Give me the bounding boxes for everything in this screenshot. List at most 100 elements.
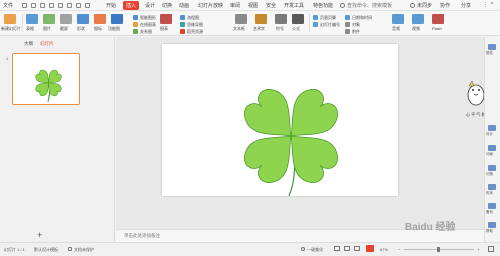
flash-button[interactable]: Flash: [432, 26, 442, 31]
add-slide-button[interactable]: +: [37, 230, 42, 240]
divider: [309, 14, 310, 32]
sidebar-item-shape[interactable]: 形状: [486, 191, 493, 196]
collab-button[interactable]: 协作: [440, 2, 450, 9]
sidebar-item-help[interactable]: 帮助: [486, 229, 493, 234]
animation-icon[interactable]: [488, 145, 496, 151]
header-footer-button[interactable]: 页眉页脚: [320, 15, 336, 21]
symbol-button[interactable]: 符号: [276, 26, 284, 32]
online-chart-icon: [133, 22, 138, 27]
collapse-ribbon-icon[interactable]: ^: [491, 2, 493, 8]
command-search[interactable]: 查找命令、搜索模板: [347, 2, 392, 9]
sidebar-item-design[interactable]: 设计: [486, 132, 493, 137]
transition-icon[interactable]: [488, 165, 496, 171]
help-icon[interactable]: [488, 222, 496, 228]
mindmap-button[interactable]: 思维导图: [187, 22, 203, 28]
date-time-button[interactable]: 日期和时间: [352, 15, 372, 21]
audio-button[interactable]: 音频: [392, 26, 400, 32]
new-slide-icon: [4, 14, 16, 24]
slide-number-icon: [313, 22, 318, 27]
backup-icon[interactable]: [488, 203, 496, 209]
tab-developer[interactable]: 开发工具: [284, 2, 304, 9]
save-icon[interactable]: [40, 3, 45, 8]
smart-graphic-button[interactable]: 智能图形: [140, 15, 156, 21]
resource-icon: [180, 29, 185, 34]
shapes-button[interactable]: 形状: [77, 26, 85, 32]
baidu-watermark: Baidu 经验: [405, 222, 456, 233]
new-slide-button[interactable]: 新建幻灯片: [1, 26, 21, 32]
resource-button[interactable]: 稻壳资源: [187, 29, 203, 35]
header-footer-icon: [313, 15, 318, 20]
slide-number-button[interactable]: 幻灯片编号: [320, 22, 340, 28]
tab-slideshow[interactable]: 幻灯片放映: [198, 2, 223, 9]
property-icon[interactable]: [488, 44, 496, 50]
formula-icon: [292, 14, 304, 24]
picture-button[interactable]: 图片: [43, 26, 51, 32]
tab-view[interactable]: 视图: [248, 2, 258, 9]
slide-canvas[interactable]: [162, 44, 398, 197]
slide-thumbnail[interactable]: [12, 53, 80, 105]
dropdown-icon[interactable]: [85, 3, 90, 8]
table-button[interactable]: 表格: [26, 26, 34, 32]
reading-view-icon[interactable]: [354, 246, 360, 251]
tab-animation[interactable]: 动画: [179, 2, 189, 9]
divider: [22, 14, 23, 32]
sidebar-item-backup[interactable]: 备份: [486, 210, 493, 215]
flowchart-button[interactable]: 流程图: [187, 15, 199, 21]
theme-name: 默认设计模板: [34, 247, 58, 252]
tab-transition[interactable]: 切换: [162, 2, 172, 9]
formula-button[interactable]: 公式: [292, 26, 300, 32]
wordart-button[interactable]: 艺术字: [253, 26, 265, 32]
beautify-button[interactable]: 一键美化: [307, 247, 323, 253]
more-icon[interactable]: ⋮: [483, 2, 488, 8]
redo-icon[interactable]: [76, 3, 81, 8]
normal-view-icon[interactable]: [334, 246, 340, 251]
undo-icon[interactable]: [67, 3, 72, 8]
sidebar-item-animation[interactable]: 动画: [486, 152, 493, 157]
fit-window-icon[interactable]: [488, 246, 494, 252]
print-icon[interactable]: [49, 3, 54, 8]
clover-image[interactable]: [162, 44, 398, 197]
sorter-view-icon[interactable]: [344, 246, 350, 251]
shapes-icon: [77, 14, 89, 24]
tab-outline[interactable]: 大纲: [24, 41, 33, 47]
symbol-icon: [275, 14, 287, 24]
sidebar-item-property[interactable]: 属性: [486, 51, 493, 56]
share-button[interactable]: 分享: [461, 2, 471, 9]
sync-status[interactable]: 未同步: [417, 2, 432, 9]
play-slideshow-icon[interactable]: [366, 245, 374, 252]
tab-security[interactable]: 安全: [266, 2, 276, 9]
doc-protect-status[interactable]: 文档未保护: [74, 247, 94, 253]
online-chart-button[interactable]: 在线图表: [140, 22, 156, 28]
tab-features[interactable]: 特色功能: [313, 2, 333, 9]
zoom-slider-handle[interactable]: [437, 247, 440, 252]
tab-slides[interactable]: 幻灯片: [40, 41, 54, 47]
design-icon[interactable]: [488, 125, 496, 131]
zoom-level[interactable]: 67%: [380, 247, 388, 252]
icons-button[interactable]: 图标: [94, 26, 102, 32]
screenshot-button[interactable]: 截屏: [60, 26, 68, 32]
attachment-button[interactable]: 附件: [352, 29, 360, 35]
textbox-button[interactable]: 文本框: [233, 26, 245, 32]
sidebar-item-transition[interactable]: 切换: [486, 172, 493, 177]
shape-icon[interactable]: [488, 184, 496, 190]
ribbon-toolbar: 新建幻灯片 表格 图片 截屏 形状 图标 功能图 智能图形 在线图表 关系图 图…: [0, 11, 500, 36]
new-icon[interactable]: [22, 3, 27, 8]
chart-button[interactable]: 图表: [160, 26, 168, 32]
menu-file[interactable]: 文件: [3, 2, 13, 9]
tab-review[interactable]: 审阅: [230, 2, 240, 9]
open-icon[interactable]: [31, 3, 36, 8]
video-button[interactable]: 视频: [412, 26, 420, 32]
notes-placeholder[interactable]: 单击此处添加备注: [124, 233, 160, 239]
zoom-out-button[interactable]: −: [398, 247, 400, 252]
smart-graphic-icon: [133, 15, 138, 20]
zoom-in-button[interactable]: +: [477, 247, 479, 252]
tab-design[interactable]: 设计: [145, 2, 155, 9]
tab-insert[interactable]: 插入: [123, 1, 140, 10]
object-button[interactable]: 对象: [352, 22, 360, 28]
tab-home[interactable]: 开始: [106, 2, 116, 9]
search-icon: [340, 3, 345, 8]
slide-thumbnail-number: 1: [6, 56, 9, 61]
function-diagram-button[interactable]: 功能图: [108, 26, 120, 32]
relation-button[interactable]: 关系图: [140, 29, 152, 35]
preview-icon[interactable]: [58, 3, 63, 8]
